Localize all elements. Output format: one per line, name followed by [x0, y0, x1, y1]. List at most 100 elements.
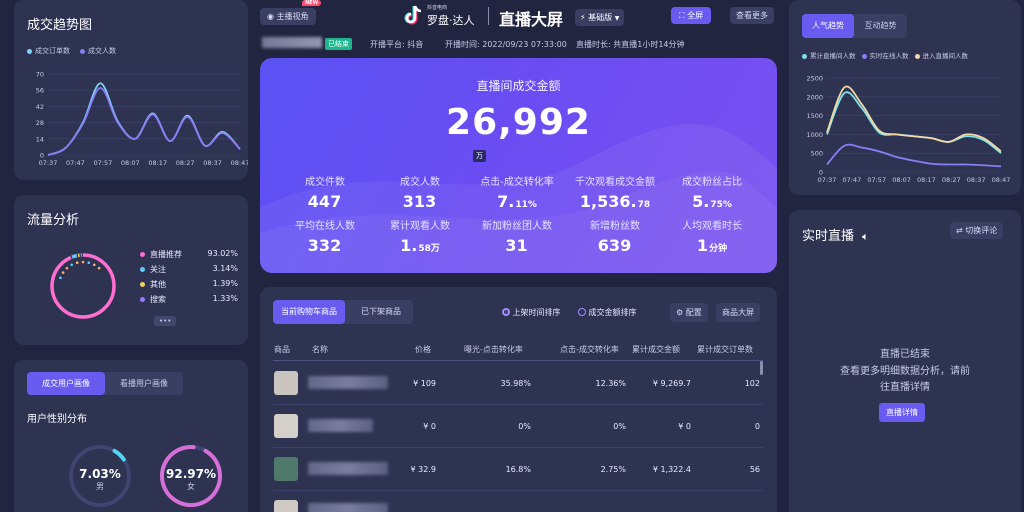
swap-icon: ⇄ — [956, 226, 963, 235]
hero-stat-value: 332 — [307, 236, 342, 255]
radio-unchecked-icon — [578, 308, 586, 316]
edition-select[interactable]: ⚡ 基础版 ▼ — [575, 9, 625, 26]
live-stream-panel: 实时直播 🔈︎ ⇄ 切换评论 直播已结束 查看更多明细数据分析，请前 往直播详情… — [789, 210, 1021, 512]
x-tick-label: 08:37 — [203, 159, 222, 167]
hero-stat: 人均观看时长 1分钟 — [657, 217, 767, 255]
x-tick-label: 08:47 — [231, 159, 248, 167]
cell-exposure-click: 0% — [518, 422, 531, 431]
page-title: 直播大屏 — [499, 10, 564, 29]
switch-comments-button[interactable]: ⇄ 切换评论 — [950, 222, 1004, 239]
product-name-blurred — [308, 419, 373, 432]
platform-text: 开播平台: 抖音 — [370, 40, 424, 49]
product-thumbnail — [274, 457, 298, 481]
hero-stat-label: 千次观看成交金额 — [575, 177, 655, 188]
y-tick-label: 56 — [36, 87, 44, 95]
col-header-product: 商品 — [274, 345, 290, 354]
tab-view-user-profile[interactable]: 看播用户画像 — [105, 372, 183, 395]
product-screen-button[interactable]: 商品大屏 — [716, 303, 760, 322]
header-divider — [273, 360, 763, 361]
hero-stat: 千次观看成交金额 1,536.78 — [560, 173, 670, 211]
brand-divider — [488, 7, 489, 25]
male-label: 男 — [96, 482, 104, 491]
product-name-blurred — [308, 376, 388, 389]
sort-by-gmv[interactable]: 成交金额排序 — [578, 307, 637, 318]
hero-stat: 成交粉丝占比 5.75% — [657, 173, 767, 211]
female-label: 女 — [187, 482, 195, 491]
profile-tab-group: 成交用户画像 看播用户画像 — [27, 372, 183, 395]
brand-name: 罗盘·达人 — [427, 14, 475, 27]
tab-removed-products[interactable]: 已下架商品 — [353, 300, 409, 324]
tab-current-cart-products[interactable]: 当前购物车商品 — [273, 300, 345, 324]
tab-deal-user-profile[interactable]: 成交用户画像 — [27, 372, 105, 395]
table-scrollbar[interactable] — [760, 361, 763, 375]
hero-stat: 成交件数 447 — [270, 173, 380, 211]
traffic-legend-item[interactable]: 关注 3.14% — [140, 264, 238, 279]
hero-stat-value: 447 — [307, 192, 342, 211]
x-tick-label: 07:37 — [818, 176, 837, 184]
x-tick-label: 08:47 — [992, 176, 1011, 184]
sort-by-shelf-time[interactable]: 上架时间排序 — [502, 307, 561, 318]
y-tick-label: 42 — [36, 103, 44, 111]
y-tick-label: 1500 — [806, 112, 823, 120]
hero-stat-label: 新增粉丝数 — [590, 221, 640, 232]
series-line[interactable] — [826, 91, 1002, 154]
live-ended-text: 直播已结束 — [880, 349, 930, 360]
hero-stat-label: 人均观看时长 — [682, 221, 742, 232]
gear-icon: ⚙ — [676, 308, 684, 317]
female-percent: 92.97% — [166, 467, 216, 481]
donut-dot — [61, 271, 65, 274]
live-stream-title: 实时直播 🔈︎ — [802, 229, 869, 244]
traffic-legend-item[interactable]: 搜索 1.33% — [140, 294, 238, 309]
hero-stat: 点击-成交转化率 7.11% — [462, 173, 572, 211]
fullscreen-button[interactable]: ⛶ 全屏 — [671, 7, 712, 24]
speaker-muted-icon[interactable]: 🔈︎ — [862, 230, 869, 243]
col-header-click-deal: 点击-成交转化率 — [560, 345, 619, 354]
hero-stat-value: 313 — [402, 192, 437, 211]
donut-dot — [59, 276, 62, 280]
radio-checked-icon — [502, 308, 510, 316]
traffic-more-button[interactable]: ••• — [154, 316, 177, 326]
col-header-gmv: 累计成交金额 — [632, 345, 680, 354]
hero-stat-label: 成交人数 — [400, 177, 440, 188]
y-tick-label: 14 — [36, 135, 44, 143]
y-tick-label: 1000 — [806, 131, 823, 139]
row-divider — [273, 490, 763, 491]
gmv-title: 直播间成交金额 — [476, 79, 561, 93]
x-tick-label: 08:07 — [121, 159, 140, 167]
donut-slice[interactable] — [50, 253, 116, 319]
live-detail-button[interactable]: 直播详情 — [879, 403, 925, 422]
cell-gmv: ¥ 9,269.7 — [652, 379, 691, 388]
live-status-badge: 已结束 — [325, 38, 352, 50]
config-button[interactable]: ⚙ 配置 — [670, 303, 708, 322]
y-tick-label: 500 — [811, 150, 823, 158]
cell-exposure-click: 16.8% — [505, 465, 531, 474]
hero-stat-value: 5.75% — [692, 192, 732, 211]
popularity-panel: 人气趋势 互动趋势 累计直播间人数 实时在线人数 进入直播间人数 0 500 100… — [789, 0, 1021, 195]
legend-dot-icon — [140, 297, 145, 302]
deal-trend-chart: 0142842567007:37 07:47 07:57 08:07 08:17 08:2… — [36, 71, 248, 168]
traffic-legend-item[interactable]: 其他 1.39% — [140, 279, 238, 294]
product-thumbnail — [274, 500, 298, 512]
traffic-legend-item[interactable]: 直播推荐 93.02% — [140, 249, 238, 264]
traffic-legend-list: 直播推荐 93.02% 关注 3.14% 其他 1.39% 搜索 1.33% — [140, 249, 238, 309]
expand-icon: ⛶ — [679, 11, 685, 20]
popularity-trend-chart: 0500100015002000250007:37 07:47 07:57 08:07… — [806, 75, 1011, 185]
male-percent: 7.03% — [79, 467, 121, 481]
hero-stat: 成交人数 313 — [365, 173, 475, 211]
col-header-orders: 累计成交订单数 — [697, 345, 753, 354]
row-divider — [273, 447, 763, 448]
gmv-unit: 万 — [473, 150, 486, 162]
y-tick-label: 28 — [36, 119, 44, 127]
product-name-blurred — [308, 462, 388, 475]
tiktok-note-icon — [404, 5, 422, 25]
legend-dot-icon — [140, 252, 145, 257]
legend-dot-icon — [140, 282, 145, 287]
anchor-view-button[interactable]: ◉ 主播视角 — [260, 8, 316, 25]
hero-stat: 累计观看人数 1.58万 — [365, 217, 475, 255]
x-tick-label: 08:17 — [917, 176, 936, 184]
view-more-button[interactable]: 查看更多 — [730, 7, 774, 24]
series-line[interactable] — [826, 143, 1002, 168]
hero-stat-label: 平均在线人数 — [295, 221, 355, 232]
x-tick-label: 08:17 — [148, 159, 167, 167]
series-line[interactable] — [47, 86, 241, 156]
